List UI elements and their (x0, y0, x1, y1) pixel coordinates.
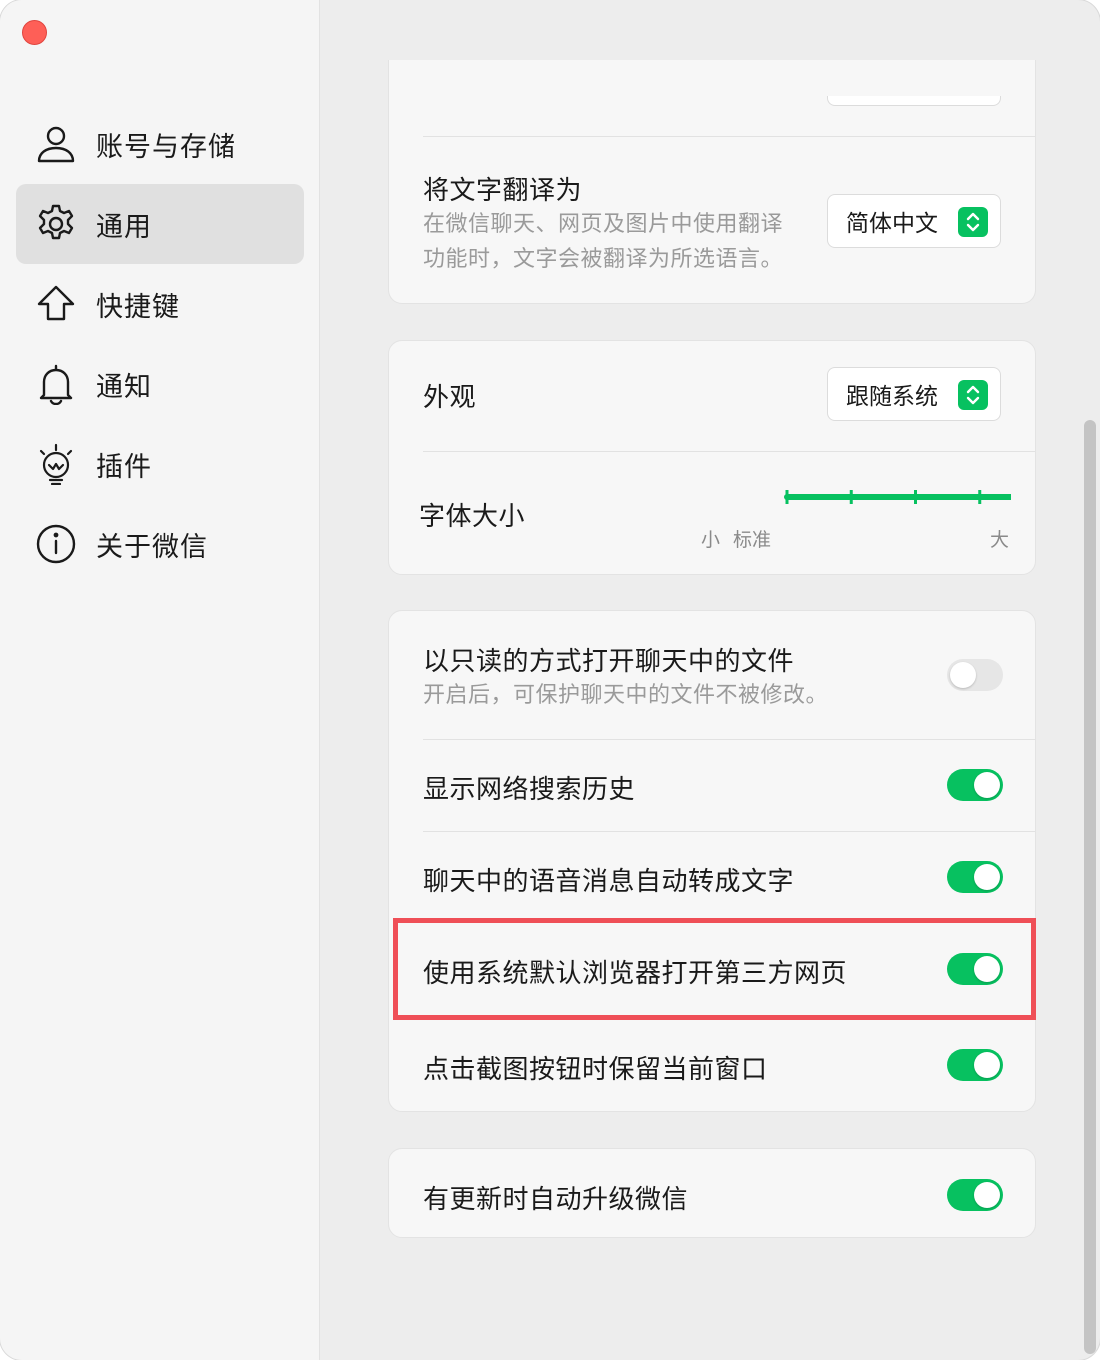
translate-description-line2: 功能时，文字会被翻译为所选语言。 (423, 247, 784, 272)
sidebar-item-label: 关于微信 (96, 531, 208, 563)
toggle-knob (950, 662, 976, 688)
readonly-files-description: 开启后，可保护聊天中的文件不被修改。 (423, 683, 829, 708)
sidebar-item-label: 账号与存储 (96, 131, 236, 163)
sidebar-item-plugins[interactable]: 插件 (16, 424, 304, 504)
toggle-knob (974, 956, 1000, 982)
appearance-select[interactable]: 跟随系统 (827, 367, 1001, 421)
options-card: 以只读的方式打开聊天中的文件 开启后，可保护聊天中的文件不被修改。 显示网络搜索… (388, 610, 1036, 1112)
sidebar-item-about[interactable]: 关于微信 (16, 504, 304, 584)
font-size-slider[interactable] (701, 477, 1011, 517)
sidebar: 账号与存储 通用 快捷键 通知 插件 关于微信 (0, 0, 320, 1360)
chevron-up-down-icon (958, 380, 988, 410)
toggle-knob (974, 1052, 1000, 1078)
select-value: 跟随系统 (846, 384, 938, 410)
translate-language-select[interactable]: 简体中文 (827, 194, 1001, 248)
keep-window-toggle[interactable] (947, 1049, 1003, 1081)
readonly-files-title: 以只读的方式打开聊天中的文件 (423, 647, 795, 677)
divider (423, 739, 1035, 740)
auto-update-title: 有更新时自动升级微信 (423, 1185, 689, 1215)
sidebar-item-label: 通用 (96, 211, 152, 243)
translate-title: 将文字翻译为 (423, 176, 583, 206)
chevron-up-down-icon (958, 207, 988, 237)
select-value: 简体中文 (846, 211, 938, 237)
settings-window: 账号与存储 通用 快捷键 通知 插件 关于微信 将文字翻译为 在微信聊天、网页及… (0, 0, 1100, 1360)
search-history-toggle[interactable] (947, 769, 1003, 801)
translate-description-line1: 在微信聊天、网页及图片中使用翻译 (423, 212, 784, 237)
system-browser-title: 使用系统默认浏览器打开第三方网页 (423, 959, 848, 989)
update-card: 有更新时自动升级微信 (388, 1148, 1036, 1238)
sidebar-item-label: 快捷键 (96, 291, 180, 323)
font-size-label-large: 大 (990, 529, 1010, 551)
font-size-label-standard: 标准 (733, 529, 772, 551)
sidebar-item-notifications[interactable]: 通知 (16, 344, 304, 424)
info-icon (34, 522, 78, 566)
sidebar-item-account-storage[interactable]: 账号与存储 (16, 104, 304, 184)
toggle-knob (974, 1182, 1000, 1208)
sidebar-item-label: 通知 (96, 371, 152, 403)
auto-update-toggle[interactable] (947, 1179, 1003, 1211)
voice-to-text-toggle[interactable] (947, 861, 1003, 893)
translate-card: 将文字翻译为 在微信聊天、网页及图片中使用翻译 功能时，文字会被翻译为所选语言。… (388, 60, 1036, 304)
bell-icon (34, 362, 78, 406)
scrollbar[interactable] (1084, 420, 1096, 1354)
keep-window-title: 点击截图按钮时保留当前窗口 (423, 1055, 768, 1085)
appearance-title: 外观 (423, 383, 477, 413)
user-icon (34, 122, 78, 166)
shortcut-arrow-icon (34, 282, 78, 326)
divider (423, 831, 1035, 832)
sidebar-item-general[interactable]: 通用 (16, 184, 304, 264)
search-history-title: 显示网络搜索历史 (423, 775, 636, 805)
close-window-button[interactable] (22, 20, 47, 45)
divider (423, 451, 1035, 452)
previous-select-partial[interactable] (827, 96, 1001, 106)
gear-icon (34, 202, 78, 246)
appearance-card: 外观 跟随系统 字体大小 小 标准 大 (388, 340, 1036, 575)
plugin-icon (34, 442, 78, 486)
sidebar-item-label: 插件 (96, 451, 152, 483)
font-size-title: 字体大小 (419, 502, 526, 532)
divider (423, 136, 1035, 137)
settings-content: 将文字翻译为 在微信聊天、网页及图片中使用翻译 功能时，文字会被翻译为所选语言。… (320, 0, 1100, 1360)
toggle-knob (974, 864, 1000, 890)
system-browser-toggle[interactable] (947, 953, 1003, 985)
sidebar-item-shortcuts[interactable]: 快捷键 (16, 264, 304, 344)
font-size-label-small: 小 (701, 529, 721, 551)
readonly-files-toggle[interactable] (947, 659, 1003, 691)
toggle-knob (974, 772, 1000, 798)
voice-to-text-title: 聊天中的语音消息自动转成文字 (423, 867, 795, 897)
